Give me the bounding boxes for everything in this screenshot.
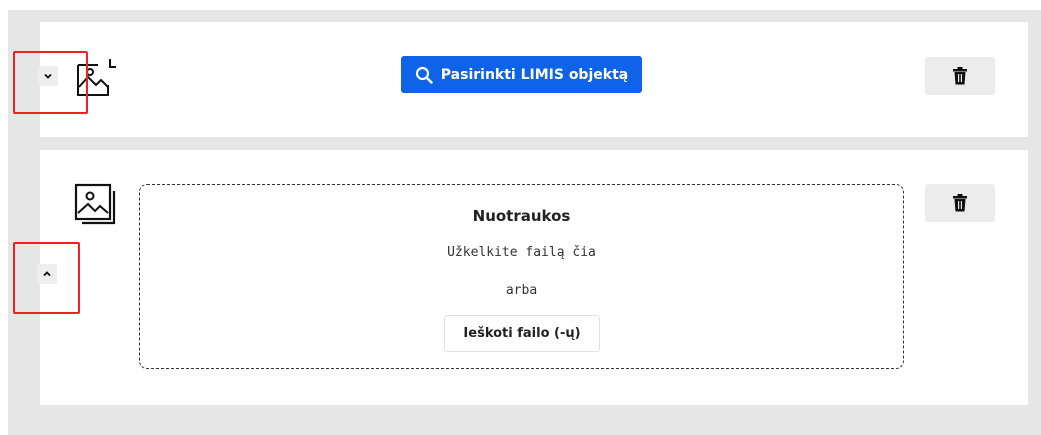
dropzone-hint: Užkelkite failą čia	[447, 245, 596, 260]
expand-toggle-button[interactable]	[37, 264, 57, 284]
browse-files-button[interactable]: Ieškoti failo (-ų)	[444, 315, 600, 352]
select-limis-object-button[interactable]: Pasirinkti LIMIS objektą	[401, 56, 642, 93]
dropzone-or-text: arba	[505, 283, 538, 298]
file-dropzone[interactable]: Nuotraukos Užkelkite failą čia arba Iešk…	[139, 184, 904, 369]
collapse-toggle-button[interactable]	[38, 66, 58, 86]
delete-block-button[interactable]	[925, 57, 995, 95]
search-icon	[415, 66, 433, 84]
trash-icon	[953, 194, 967, 212]
image-gallery-icon	[74, 183, 118, 226]
delete-photos-button[interactable]	[925, 184, 995, 222]
chevron-up-icon	[43, 271, 51, 277]
image-icon	[76, 57, 118, 97]
chevron-down-icon	[44, 73, 52, 79]
select-limis-object-label: Pasirinkti LIMIS objektą	[440, 66, 629, 83]
dropzone-title: Nuotraukos	[472, 207, 571, 225]
trash-icon	[953, 67, 967, 85]
